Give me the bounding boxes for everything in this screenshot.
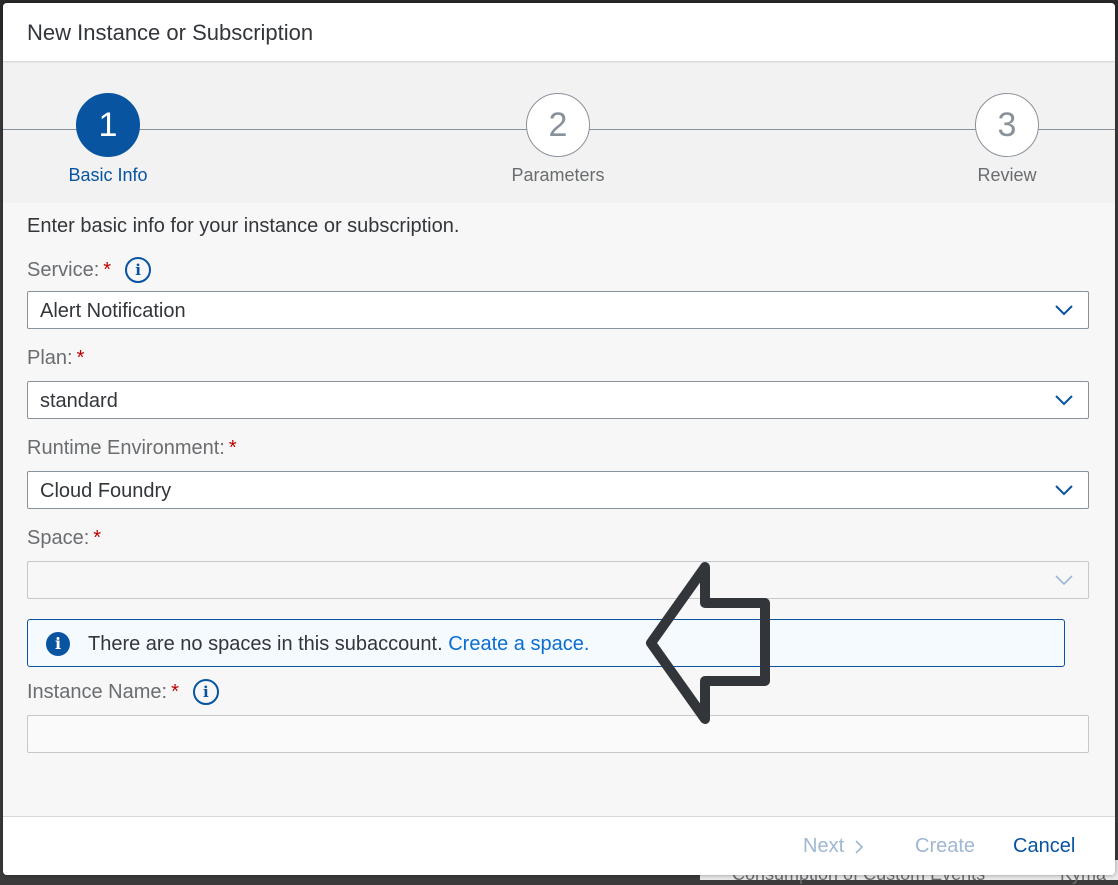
outline-arrow-left-icon xyxy=(646,562,770,724)
plan-label: Plan: * xyxy=(27,347,84,370)
wizard-step-basic-info[interactable]: 1 Basic Info xyxy=(18,93,198,186)
step-label: Basic Info xyxy=(68,165,148,185)
no-spaces-message-strip: i There are no spaces in this subaccount… xyxy=(27,619,1065,667)
service-value: Alert Notification xyxy=(40,300,186,322)
chevron-down-icon xyxy=(1055,395,1073,406)
wizard-step-parameters[interactable]: 2 Parameters xyxy=(468,93,648,186)
step-label: Parameters xyxy=(511,165,605,185)
cancel-button[interactable]: Cancel xyxy=(1013,835,1075,858)
runtime-environment-select[interactable]: Cloud Foundry xyxy=(27,471,1089,509)
message-body: There are no spaces in this subaccount. xyxy=(88,633,443,655)
step-number: 3 xyxy=(975,93,1039,157)
dialog-header: New Instance or Subscription xyxy=(3,3,1115,62)
runtime-label: Runtime Environment: * xyxy=(27,437,237,460)
service-select[interactable]: Alert Notification xyxy=(27,291,1089,329)
info-icon: i xyxy=(46,632,70,656)
chevron-right-icon xyxy=(855,840,864,854)
form-intro: Enter basic info for your instance or su… xyxy=(27,215,460,237)
space-label-text: Space: xyxy=(27,527,90,549)
space-label: Space: * xyxy=(27,527,101,550)
runtime-value: Cloud Foundry xyxy=(40,480,172,502)
instance-name-input[interactable] xyxy=(27,715,1089,753)
required-marker: * xyxy=(171,680,179,703)
wizard-step-review[interactable]: 3 Review xyxy=(917,93,1097,186)
create-space-link[interactable]: Create a space. xyxy=(448,633,589,655)
next-button[interactable]: Next xyxy=(803,835,864,858)
step-number: 2 xyxy=(526,93,590,157)
required-marker: * xyxy=(103,258,112,281)
wizard-progress: 1 Basic Info 2 Parameters 3 Review xyxy=(3,63,1115,203)
new-instance-dialog: New Instance or Subscription 1 Basic Inf… xyxy=(3,3,1115,875)
step-number: 1 xyxy=(76,93,140,157)
space-select xyxy=(27,561,1089,599)
plan-select[interactable]: standard xyxy=(27,381,1089,419)
plan-label-text: Plan: xyxy=(27,347,73,369)
service-label-text: Service: xyxy=(27,258,100,281)
required-marker: * xyxy=(76,347,85,369)
service-label: Service: * i xyxy=(27,257,152,283)
instance-name-label-text: Instance Name: xyxy=(27,680,168,703)
info-icon[interactable]: i xyxy=(125,257,152,283)
chevron-down-icon xyxy=(1055,485,1073,496)
step-label: Review xyxy=(977,165,1037,185)
message-text: There are no spaces in this subaccount. … xyxy=(88,633,589,656)
required-marker: * xyxy=(228,437,237,459)
dialog-footer: Next Create Cancel xyxy=(3,816,1115,875)
create-button[interactable]: Create xyxy=(915,835,975,858)
dialog-title: New Instance or Subscription xyxy=(27,20,314,45)
info-icon[interactable]: i xyxy=(192,679,219,705)
chevron-down-icon xyxy=(1055,305,1073,316)
next-button-label: Next xyxy=(803,835,845,857)
plan-value: standard xyxy=(40,390,118,412)
required-marker: * xyxy=(93,527,102,549)
chevron-down-icon xyxy=(1055,575,1073,586)
runtime-label-text: Runtime Environment: xyxy=(27,437,225,459)
instance-name-label: Instance Name: * i xyxy=(27,679,219,705)
